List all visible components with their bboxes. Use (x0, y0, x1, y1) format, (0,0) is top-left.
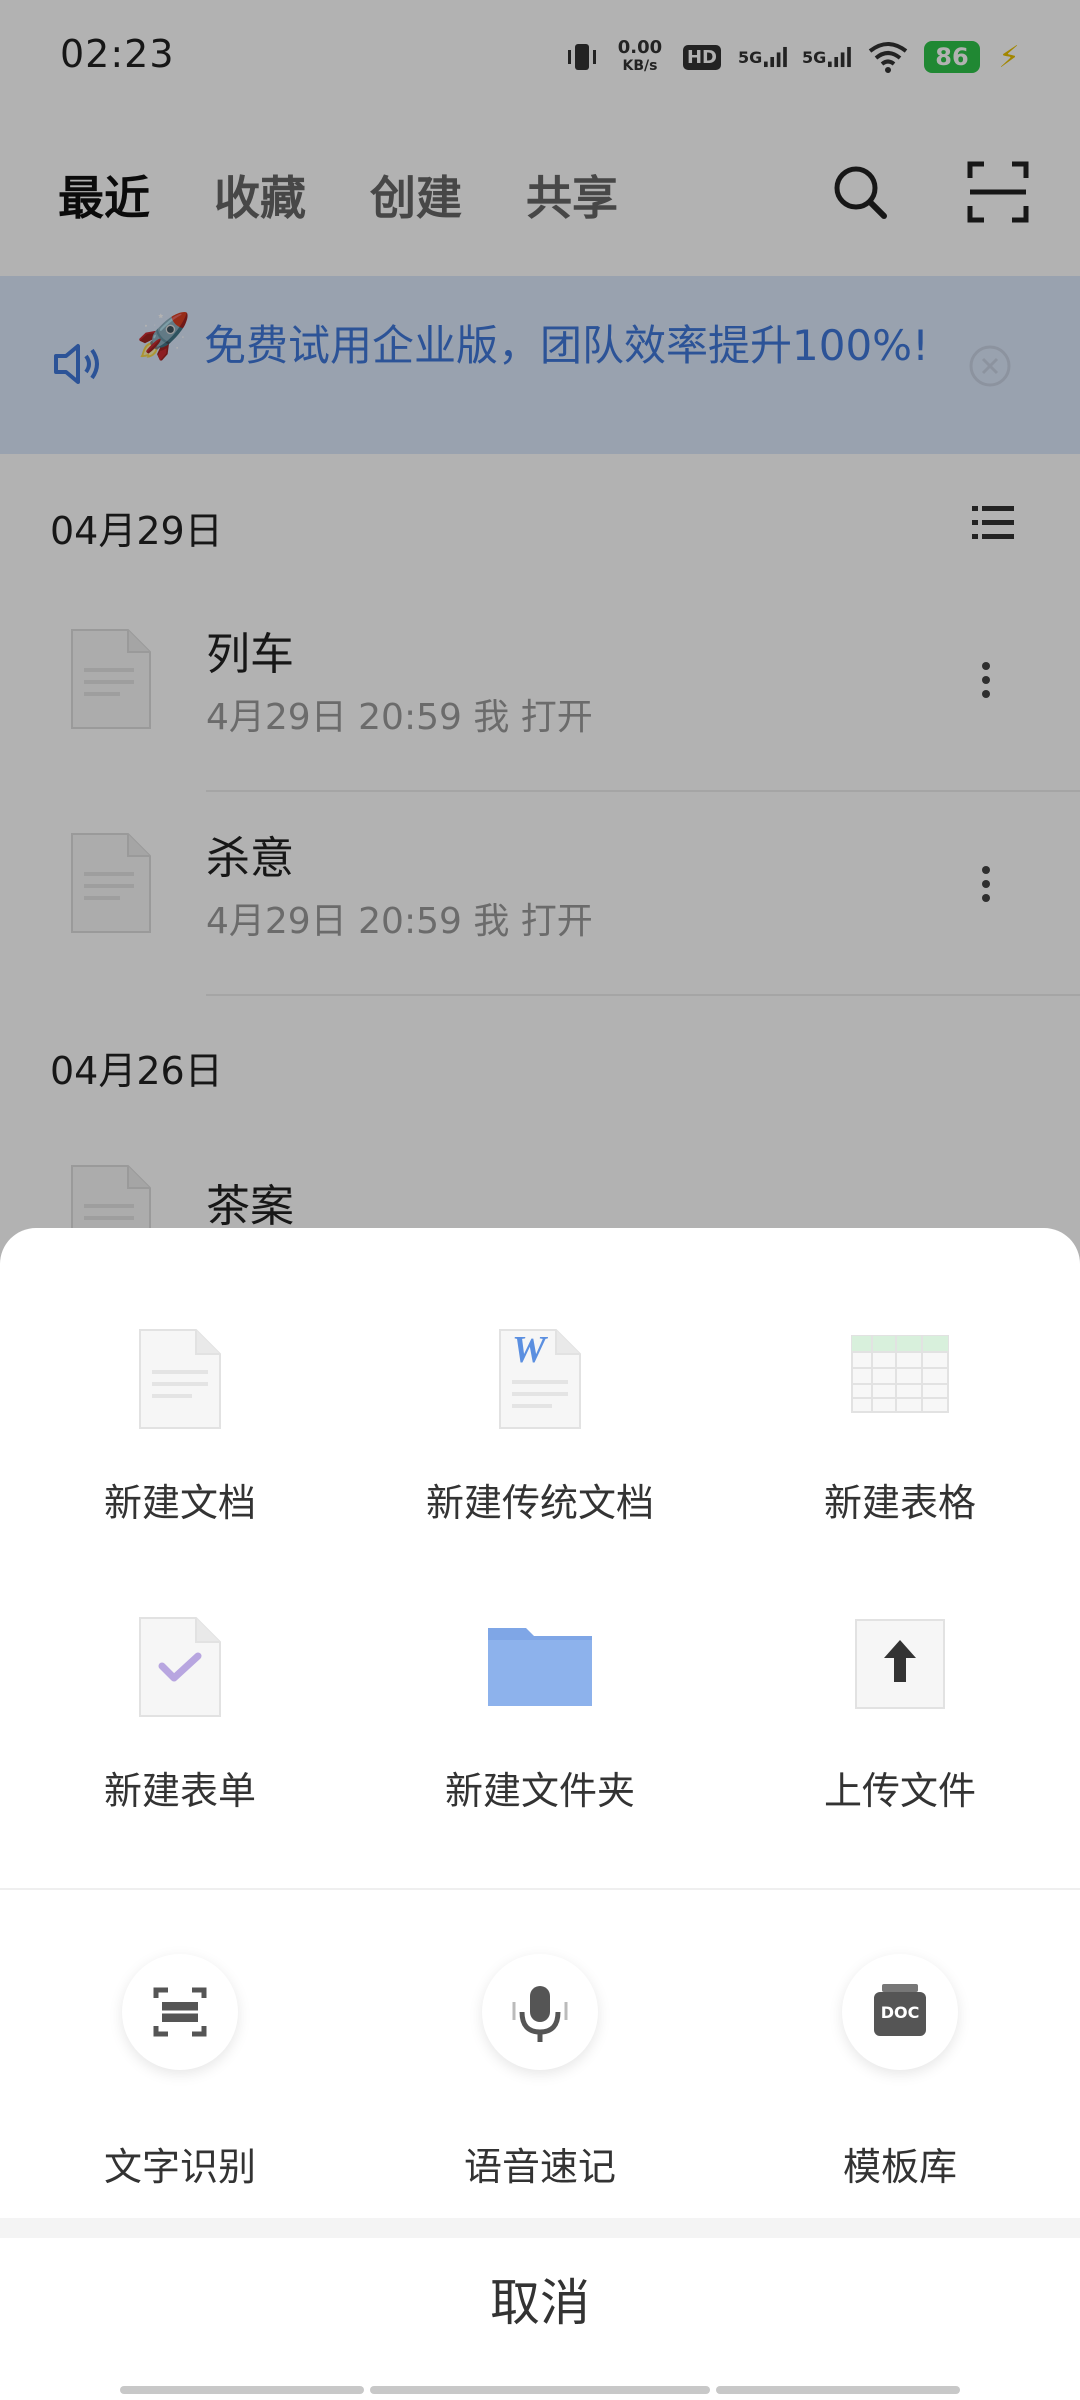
new-form-label: 新建表单 (103, 1769, 256, 1813)
new-doc-button[interactable]: 新建文档 (0, 1322, 360, 1582)
doc-badge: DOC (880, 2003, 920, 2022)
voice-note-label: 语音速记 (463, 2145, 616, 2189)
ocr-button[interactable]: 文字识别 (0, 1954, 360, 2194)
upload-icon (850, 1610, 950, 1720)
new-spreadsheet-label: 新建表格 (823, 1481, 976, 1525)
doc-icon (130, 1322, 230, 1432)
divider (0, 1888, 1080, 1890)
voice-note-button[interactable]: 语音速记 (360, 1954, 720, 2194)
word-badge: W (512, 1329, 546, 1371)
new-form-button[interactable]: 新建表单 (0, 1610, 360, 1870)
new-spreadsheet-button[interactable]: 新建表格 (720, 1322, 1080, 1582)
upload-file-button[interactable]: 上传文件 (720, 1610, 1080, 1870)
ocr-label: 文字识别 (103, 2145, 256, 2189)
divider (0, 2218, 1080, 2238)
new-traditional-doc-label: 新建传统文档 (425, 1481, 654, 1525)
doc-template-icon: DOC (842, 1954, 958, 2070)
gesture-bar-home[interactable] (370, 2386, 710, 2394)
new-folder-label: 新建文件夹 (444, 1769, 635, 1813)
template-library-button[interactable]: DOC 模板库 (720, 1954, 1080, 2194)
folder-icon (484, 1610, 596, 1720)
create-bottom-sheet: 新建文档 W 新建传统文档 新建表格 新建表单 新建文件夹 上传文件 文字识别 … (0, 1228, 1080, 2400)
new-doc-label: 新建文档 (103, 1481, 256, 1525)
ocr-scan-icon (122, 1954, 238, 2070)
gesture-bar-left[interactable] (120, 2386, 364, 2394)
spreadsheet-icon (850, 1322, 950, 1432)
form-icon (130, 1610, 230, 1720)
new-folder-button[interactable]: 新建文件夹 (360, 1610, 720, 1870)
cancel-button[interactable]: 取消 (0, 2238, 1080, 2368)
template-library-label: 模板库 (842, 2145, 957, 2189)
upload-file-label: 上传文件 (823, 1769, 976, 1813)
microphone-icon (482, 1954, 598, 2070)
gesture-bar-right[interactable] (716, 2386, 960, 2394)
new-traditional-doc-button[interactable]: W 新建传统文档 (360, 1322, 720, 1582)
word-doc-icon: W (490, 1322, 590, 1432)
